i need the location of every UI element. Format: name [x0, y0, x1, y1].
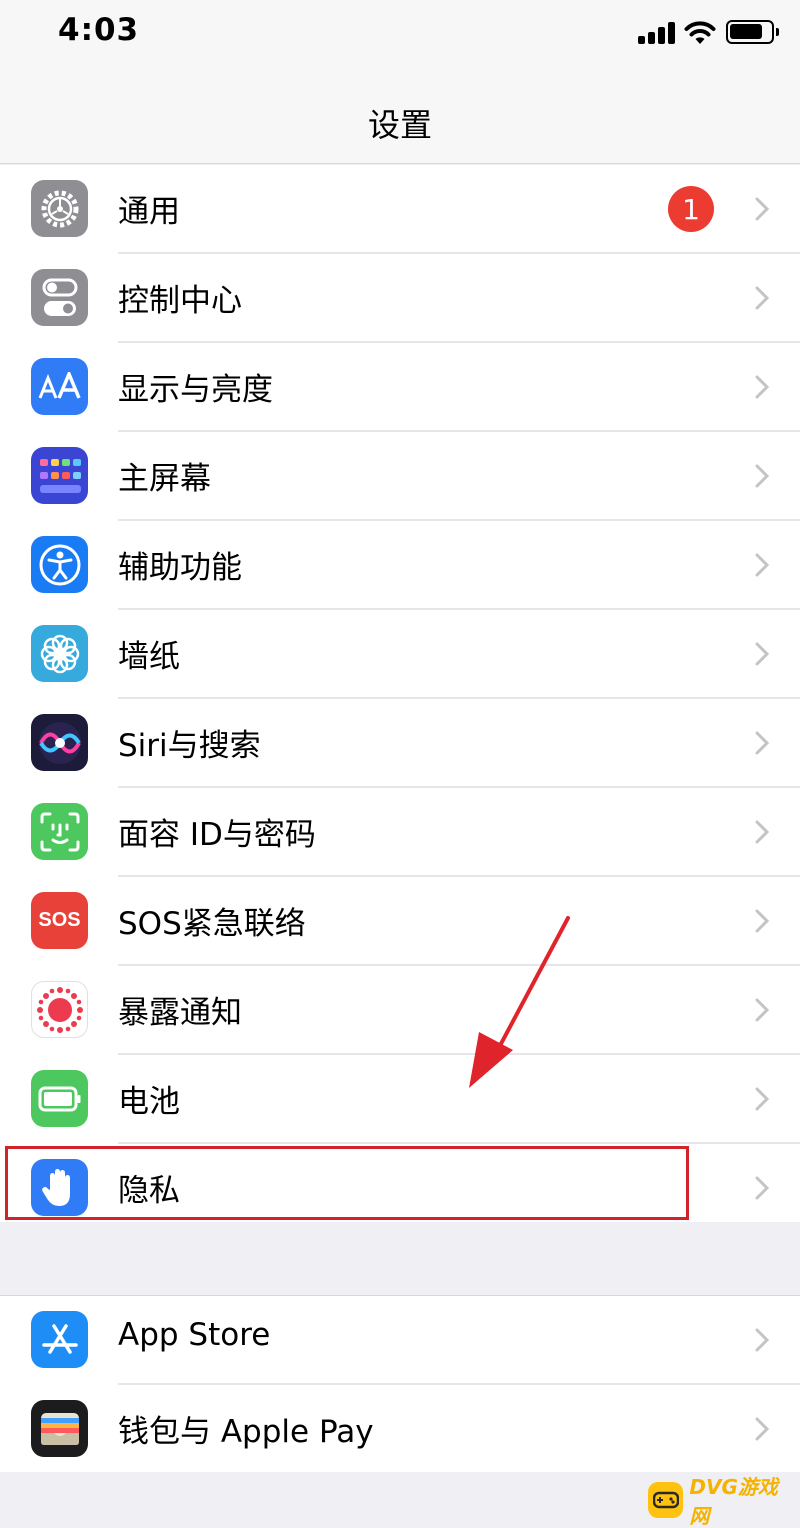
wifi-icon [684, 21, 716, 44]
exposure-icon [31, 981, 88, 1038]
battery-icon [31, 1070, 88, 1127]
face-id-icon [31, 803, 88, 860]
settings-group-main: 通用 1 控制中心 显示与亮度 主屏幕 辅助功能 墙纸 Siri与搜索 面容 I… [0, 165, 800, 1222]
settings-row-label: 主屏幕 [118, 461, 211, 497]
chevron-right-icon [755, 1176, 770, 1200]
chevron-right-icon [755, 286, 770, 310]
settings-row-sos[interactable]: SOS SOS紧急联络 [0, 877, 800, 966]
settings-row-face-id[interactable]: 面容 ID与密码 [0, 788, 800, 877]
settings-row-exposure[interactable]: 暴露通知 [0, 966, 800, 1055]
settings-row-label: 显示与亮度 [118, 372, 273, 408]
settings-row-label: 通用 [118, 194, 180, 230]
privacy-highlight-box [5, 1146, 689, 1220]
chevron-right-icon [755, 731, 770, 755]
settings-row-label: SOS紧急联络 [118, 906, 306, 942]
accessibility-icon [31, 536, 88, 593]
chevron-right-icon [755, 553, 770, 577]
settings-row-app-store[interactable]: App Store [0, 1296, 800, 1385]
settings-row-label: 墙纸 [118, 639, 180, 675]
chevron-right-icon [755, 1087, 770, 1111]
settings-row-battery[interactable]: 电池 [0, 1055, 800, 1144]
text-size-icon [31, 358, 88, 415]
settings-row-label: App Store [118, 1317, 271, 1353]
settings-row-control-center[interactable]: 控制中心 [0, 254, 800, 343]
settings-row-general[interactable]: 通用 1 [0, 165, 800, 254]
watermark-text: DVG游戏网 [689, 1475, 778, 1528]
chevron-right-icon [755, 998, 770, 1022]
settings-row-label: 辅助功能 [118, 550, 242, 586]
chevron-right-icon [755, 642, 770, 666]
settings-row-label: 电池 [118, 1084, 180, 1120]
settings-row-accessibility[interactable]: 辅助功能 [0, 521, 800, 610]
wallet-icon [31, 1400, 88, 1457]
chevron-right-icon [755, 1417, 770, 1441]
status-bar: 4:03 [0, 0, 800, 70]
battery-status-icon [726, 20, 779, 44]
chevron-right-icon [755, 464, 770, 488]
gear-icon [31, 180, 88, 237]
chevron-right-icon [755, 375, 770, 399]
notification-badge: 1 [668, 186, 714, 232]
chevron-right-icon [755, 1328, 770, 1352]
app-store-icon [31, 1311, 88, 1368]
settings-row-label: 面容 ID与密码 [118, 817, 316, 853]
settings-row-wallpaper[interactable]: 墙纸 [0, 610, 800, 699]
navigation-bar: 设置 [0, 70, 800, 164]
settings-row-label: 钱包与 Apple Pay [118, 1414, 374, 1450]
flower-icon [31, 625, 88, 682]
siri-icon [31, 714, 88, 771]
gamepad-logo-icon [648, 1482, 684, 1518]
settings-row-display[interactable]: 显示与亮度 [0, 343, 800, 432]
annotation-arrow-icon [469, 916, 570, 1088]
settings-row-home-screen[interactable]: 主屏幕 [0, 432, 800, 521]
chevron-right-icon [755, 197, 770, 221]
status-time: 4:03 [58, 12, 140, 48]
settings-row-label: 控制中心 [118, 283, 242, 319]
settings-row-wallet[interactable]: 钱包与 Apple Pay [0, 1385, 800, 1474]
settings-row-siri[interactable]: Siri与搜索 [0, 699, 800, 788]
sos-icon: SOS [31, 892, 88, 949]
settings-group-store: App Store 钱包与 Apple Pay [0, 1295, 800, 1472]
settings-row-label: 暴露通知 [118, 995, 242, 1031]
watermark: DVG游戏网 [648, 1475, 796, 1528]
chevron-right-icon [755, 820, 770, 844]
app-grid-icon [31, 447, 88, 504]
settings-row-label: Siri与搜索 [118, 728, 261, 764]
cellular-signal-icon [638, 22, 676, 44]
chevron-right-icon [755, 909, 770, 933]
page-title: 设置 [367, 106, 432, 144]
toggles-icon [31, 269, 88, 326]
